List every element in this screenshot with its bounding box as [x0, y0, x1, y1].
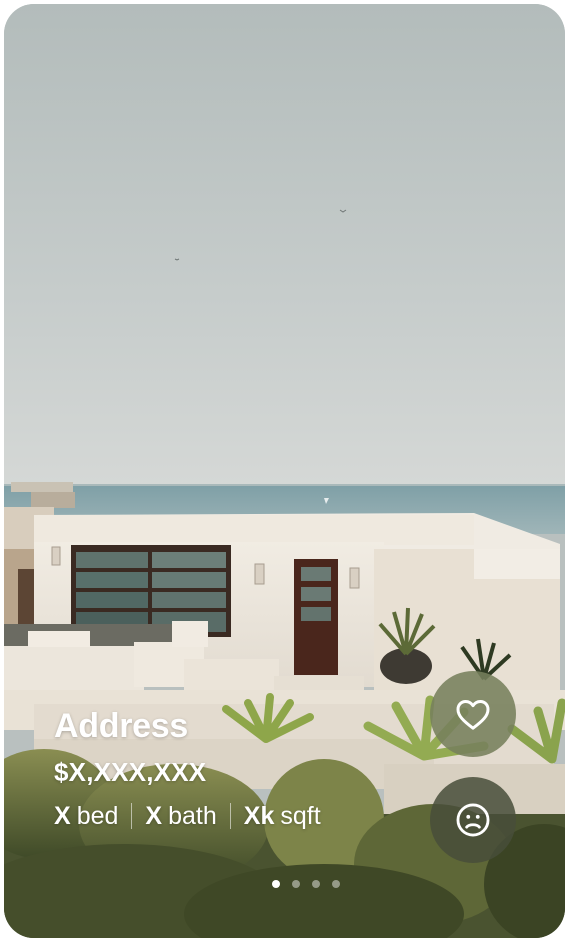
listing-stats: Xbed Xbath Xk sqft — [54, 800, 321, 832]
baths-value: X — [145, 802, 163, 830]
frown-face-icon — [456, 803, 490, 837]
dislike-button[interactable] — [430, 777, 516, 863]
listing-info: Address $X,XXX,XXX Xbed Xbath Xk sqft — [54, 704, 321, 832]
beds-unit: bed — [76, 802, 119, 830]
heart-icon — [456, 700, 490, 730]
baths-unit: bath — [168, 802, 217, 830]
sqft-stat: Xk sqft — [244, 800, 321, 832]
listing-card[interactable]: Address $X,XXX,XXX Xbed Xbath Xk sqft — [4, 4, 565, 938]
photo-pagination — [272, 880, 340, 888]
pagination-dot[interactable] — [292, 880, 300, 888]
like-button[interactable] — [430, 671, 516, 757]
sqft-unit: sqft — [280, 802, 321, 830]
listing-price: $X,XXX,XXX — [54, 757, 207, 787]
sqft-value: Xk — [243, 802, 275, 830]
pagination-dot[interactable] — [272, 880, 280, 888]
stat-divider — [131, 803, 133, 829]
stat-divider — [229, 803, 231, 829]
beds-value: X — [54, 802, 71, 830]
listing-address: Address — [54, 707, 188, 745]
baths-stat: Xbath — [145, 800, 216, 832]
pagination-dot[interactable] — [332, 880, 340, 888]
pagination-dot[interactable] — [312, 880, 320, 888]
beds-stat: Xbed — [54, 800, 118, 832]
